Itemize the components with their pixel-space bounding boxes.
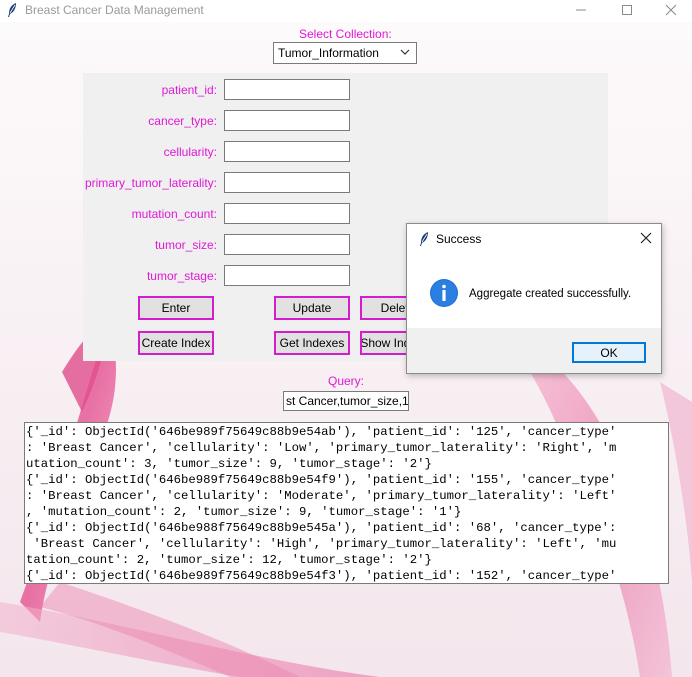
cancer-type-field[interactable] [224,110,350,131]
collection-select-value: Tumor_Information [278,46,379,60]
chevron-down-icon [400,46,410,60]
cancer-type-label: cancer_type: [148,114,217,128]
feather-icon [418,231,430,250]
maximize-icon [621,4,633,19]
window-title: Breast Cancer Data Management [25,3,204,17]
result-line: {'_id': ObjectId('646be988f75649c88b9e54… [26,521,617,535]
dialog-close-icon[interactable] [639,231,653,248]
window-titlebar: Breast Cancer Data Management [0,0,692,22]
success-dialog: Success Aggregate created successfully. … [406,223,662,374]
results-text-area[interactable]: {'_id': ObjectId('646be989f75649c88b9e54… [24,422,669,584]
result-line: 'Breast Cancer', 'cellularity': 'High', … [26,537,617,551]
minimize-icon [575,4,587,19]
primary-tumor-laterality-label: primary_tumor_laterality: [84,176,217,190]
result-line: utation_count': 3, 'tumor_size': 9, 'tum… [26,457,432,471]
dialog-body: Aggregate created successfully. [407,254,661,328]
query-label: Query: [328,374,365,388]
result-line: : 'Breast Cancer', 'cellularity': 'Moder… [26,489,617,503]
query-input[interactable]: st Cancer,tumor_size,1 [283,391,409,411]
cellularity-field[interactable] [224,141,350,162]
mutation-count-field[interactable] [224,203,350,224]
result-line: , 'mutation_count': 2, 'tumor_size': 9, … [26,505,462,519]
minimize-button[interactable] [558,0,604,22]
tumor-stage-label: tumor_stage: [146,269,217,283]
collection-select[interactable]: Tumor_Information [273,42,417,64]
update-button[interactable]: Update [274,296,350,320]
close-icon [665,4,677,19]
enter-button[interactable]: Enter [138,296,214,320]
select-collection-label: Select Collection: [299,27,392,41]
maximize-button[interactable] [604,0,650,22]
get-indexes-button[interactable]: Get Indexes [274,331,350,355]
dialog-titlebar: Success [407,224,661,254]
result-line: : 'Breast Cancer', 'cellularity': 'Low',… [26,441,617,455]
ok-button[interactable]: OK [572,342,646,363]
dialog-message: Aggregate created successfully. [469,288,632,300]
primary-tumor-laterality-field[interactable] [224,172,350,193]
patient-id-field[interactable] [224,79,350,100]
mutation-count-label: mutation_count: [131,207,217,221]
create-index-button[interactable]: Create Index [138,331,214,355]
result-line: {'_id': ObjectId('646be989f75649c88b9e54… [26,425,617,439]
patient-id-label: patient_id: [161,83,217,97]
result-line: {'_id': ObjectId('646be989f75649c88b9e54… [26,569,617,583]
cellularity-label: cellularity: [163,145,217,159]
dialog-title: Success [436,232,482,246]
close-button[interactable] [650,0,692,22]
result-line: {'_id': ObjectId('646be989f75649c88b9e54… [26,473,617,487]
tumor-stage-field[interactable] [224,265,350,286]
result-line: tation_count': 2, 'tumor_size': 12, 'tum… [26,553,432,567]
tumor-size-label: tumor_size: [154,238,217,252]
info-icon [429,278,459,311]
feather-icon [6,2,18,21]
tumor-size-field[interactable] [224,234,350,255]
